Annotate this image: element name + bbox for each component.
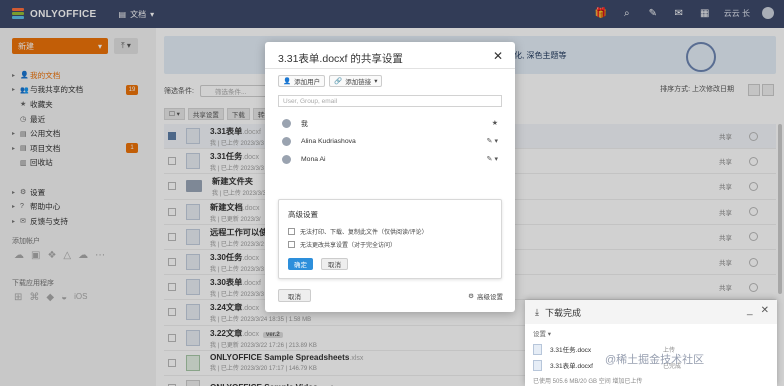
add-link-label: 添加链接 [345, 79, 372, 86]
minimize-icon[interactable]: _ [747, 305, 753, 316]
checkbox[interactable] [288, 241, 295, 248]
checkbox[interactable] [288, 228, 295, 235]
user-search-input[interactable]: User, Group, email [278, 95, 502, 107]
doc-file-icon [533, 343, 542, 355]
user-name: Alina Kudriashova [301, 137, 356, 145]
link-icon: 🔗 [334, 78, 343, 85]
upload-header: ⤓ 下载完成 _ ✕ [525, 300, 777, 324]
upload-settings[interactable]: 设置 ▾ [533, 328, 551, 338]
storage-info: 已使用 505.6 MB/20 GB 空间 增加已上传 [533, 379, 643, 385]
avatar [282, 118, 291, 128]
doc-file-icon [533, 359, 542, 371]
upload-settings-label: 设置 [533, 331, 546, 338]
shared-user: Mona Ai ✎ ▾ [278, 150, 502, 168]
advanced-settings-title: 高级设置 [288, 210, 318, 219]
upload-icon: ⤓ [535, 306, 539, 317]
access-rights-selector[interactable]: ✎ ▾ [487, 155, 498, 163]
add-user-button[interactable]: 👤 添加用户 [278, 75, 326, 87]
avatar [282, 154, 291, 164]
gear-icon: ⚙ [468, 293, 474, 300]
watermark: @稀土掘金技术社区 [605, 354, 705, 366]
access-rights-selector[interactable]: ✎ ▾ [487, 137, 498, 145]
user-name: Mona Ai [301, 155, 326, 163]
shared-user: Alina Kudriashova ✎ ▾ [278, 132, 502, 150]
access-rights-selector[interactable]: ★ [492, 119, 498, 127]
dialog-title: 3.31表单.docxf 的共享设置 [278, 53, 403, 65]
option-no-share-change[interactable]: 无法更改共享设置（对于完全访问） [288, 240, 396, 249]
close-icon[interactable]: ✕ [761, 305, 769, 316]
shared-user: 我 ★ [278, 114, 502, 132]
advanced-settings-link[interactable]: ⚙ 高级设置 [468, 291, 503, 301]
chevron-down-icon: ▾ [374, 78, 378, 85]
option-no-print[interactable]: 无法打印、下载、复制此文件（仅供阅读/评论） [288, 227, 428, 236]
upload-panel: ⤓ 下载完成 _ ✕ 设置 ▾ 3.31任务.docx 上传 3.31表单.docx… [525, 300, 777, 386]
user-name: 我 [301, 121, 308, 128]
cancel-button[interactable]: 取消 [278, 289, 311, 302]
add-link-button[interactable]: 🔗 添加链接 ▾ [329, 75, 383, 87]
avatar [282, 136, 291, 146]
add-user-label: 添加用户 [294, 79, 321, 86]
advanced-settings-label: 高级设置 [477, 294, 503, 301]
option-label: 无法打印、下载、复制此文件（仅供阅读/评论） [300, 230, 428, 236]
people-list: 我 ★ Alina Kudriashova ✎ ▾ Mona Ai ✎ ▾ [278, 114, 502, 168]
user-search-placeholder: User, Group, email [283, 97, 338, 105]
upload-file-name: 3.31任务.docx [550, 347, 592, 354]
user-icon: 👤 [283, 78, 292, 85]
upload-title: 下载完成 [544, 307, 581, 318]
advanced-cancel-button[interactable]: 取消 [321, 258, 348, 270]
close-icon[interactable]: ✕ [493, 49, 503, 63]
option-label: 无法更改共享设置（对于完全访问） [300, 243, 397, 249]
upload-file-name: 3.31表单.docxf [550, 363, 593, 370]
advanced-ok-button[interactable]: 确定 [288, 258, 313, 270]
sharing-dialog: 3.31表单.docxf 的共享设置 ✕ 👤 添加用户 🔗 添加链接 ▾ Use… [265, 42, 515, 312]
divider [265, 68, 515, 69]
advanced-settings-panel: 高级设置 无法打印、下载、复制此文件（仅供阅读/评论） 无法更改共享设置（对于完… [278, 199, 502, 279]
